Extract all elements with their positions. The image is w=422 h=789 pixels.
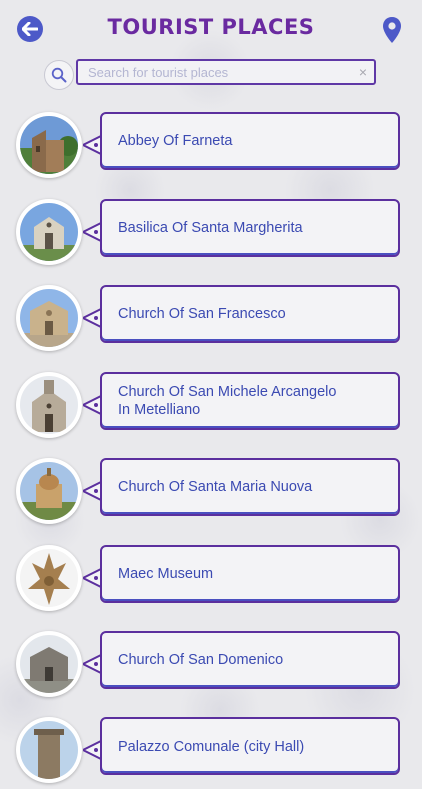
place-card[interactable]: Maec Museum (100, 545, 400, 603)
place-card[interactable]: Church Of San Michele Arcangelo In Metel… (100, 372, 400, 430)
place-card[interactable]: Church Of San Domenico (100, 631, 400, 689)
place-name: Church Of Santa Maria Nuova (118, 479, 313, 495)
place-name: Abbey Of Farneta (118, 133, 233, 149)
place-card[interactable]: Palazzo Comunale (city Hall) (100, 717, 400, 775)
place-name: Maec Museum (118, 566, 214, 582)
place-thumbnail (16, 631, 82, 697)
list-item[interactable]: Church Of Santa Maria Nuova (0, 458, 422, 530)
place-thumbnail (16, 112, 82, 178)
place-thumbnail (16, 285, 82, 351)
list-item[interactable]: Church Of San Domenico (0, 631, 422, 703)
place-thumbnail (16, 717, 82, 783)
list-item[interactable]: Maec Museum (0, 545, 422, 617)
list-item[interactable]: Abbey Of Farneta (0, 112, 422, 184)
place-name: Church Of San Michele Arcangelo In Metel… (118, 384, 337, 418)
place-card[interactable]: Church Of San Francesco (100, 285, 400, 343)
list-item[interactable]: Church Of San Francesco (0, 285, 422, 357)
place-name: Palazzo Comunale (city Hall) (118, 739, 305, 755)
place-thumbnail (16, 199, 82, 265)
place-name: Church Of San Francesco (118, 306, 286, 322)
place-thumbnail (16, 372, 82, 438)
list-item[interactable]: Palazzo Comunale (city Hall) (0, 717, 422, 789)
place-thumbnail (16, 545, 82, 611)
places-list: Abbey Of Farneta Basilica Of Santa Margh… (0, 0, 422, 783)
place-name: Church Of San Domenico (118, 652, 284, 668)
place-card[interactable]: Church Of Santa Maria Nuova (100, 458, 400, 516)
place-name: Basilica Of Santa Margherita (118, 220, 303, 236)
place-thumbnail (16, 458, 82, 524)
place-card[interactable]: Abbey Of Farneta (100, 112, 400, 170)
list-item[interactable]: Basilica Of Santa Margherita (0, 199, 422, 271)
list-item[interactable]: Church Of San Michele Arcangelo In Metel… (0, 372, 422, 444)
place-card[interactable]: Basilica Of Santa Margherita (100, 199, 400, 257)
